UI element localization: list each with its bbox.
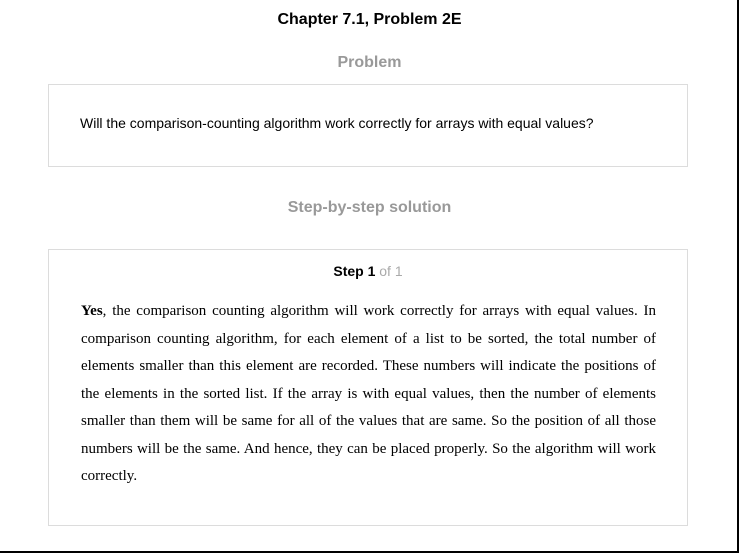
step-number: Step 1	[333, 263, 376, 279]
solution-heading: Step-by-step solution	[287, 199, 452, 216]
step-label: Step 1 of 1	[49, 263, 687, 279]
problem-text: Will the comparison-counting algorithm w…	[80, 115, 594, 131]
page-title: Chapter 7.1, Problem 2E	[277, 11, 462, 28]
step-body: Yes, the comparison counting algorithm w…	[81, 298, 656, 491]
problem-box: Will the comparison-counting algorithm w…	[48, 84, 688, 167]
step-total: of 1	[379, 263, 403, 279]
solution-box: Step 1 of 1 Yes, the comparison counting…	[48, 249, 688, 526]
answer-word: Yes	[81, 303, 103, 319]
problem-heading: Problem	[337, 54, 402, 71]
step-text: , the comparison counting algorithm will…	[81, 303, 656, 484]
